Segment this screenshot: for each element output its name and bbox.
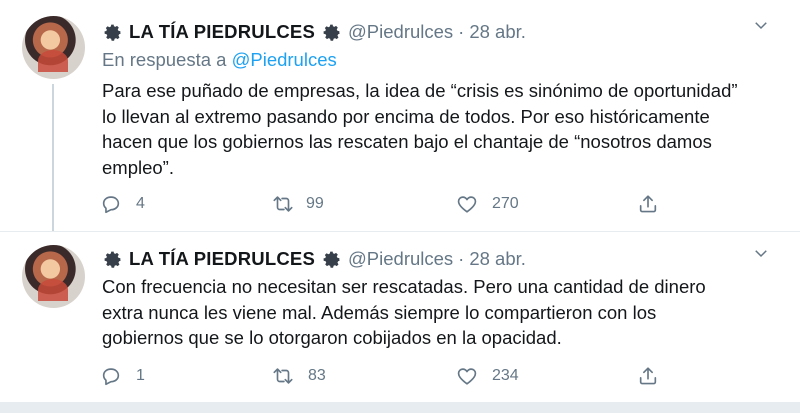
- thread-connector-line: [52, 84, 54, 232]
- share-button[interactable]: [637, 193, 659, 215]
- tweet-text: Con frecuencia no necesitan ser rescatad…: [102, 274, 772, 351]
- share-icon: [637, 365, 659, 387]
- tweet-text-line: extra nunca les viene mal. Además siempr…: [102, 301, 657, 323]
- avatar[interactable]: [22, 16, 85, 79]
- retweet-count: 83: [308, 367, 326, 384]
- like-count: 234: [492, 367, 519, 384]
- reply-icon: [100, 365, 122, 387]
- tweet-text-line: lo llevan al extremo pasando por encima …: [102, 105, 710, 127]
- gear-icon: [102, 22, 123, 43]
- like-button[interactable]: 270: [456, 193, 519, 215]
- reply-icon: [100, 193, 122, 215]
- gear-icon: [321, 22, 342, 43]
- avatar[interactable]: [22, 245, 85, 308]
- retweet-button[interactable]: 83: [272, 365, 326, 387]
- heart-icon: [456, 193, 478, 215]
- reply-count: 1: [136, 367, 145, 384]
- display-name[interactable]: LA TÍA PIEDRULCES: [129, 248, 315, 270]
- tweet-text-line: Con frecuencia no necesitan ser rescatad…: [102, 276, 706, 297]
- reply-count: 4: [136, 195, 145, 212]
- share-icon: [637, 193, 659, 215]
- tweet[interactable]: LA TÍA PIEDRULCES @Piedrulces · 28 abr. …: [0, 232, 800, 402]
- tweet-text-line: gobiernos que se lo otorgaron cobijados …: [102, 327, 562, 348]
- heart-icon: [456, 365, 478, 387]
- tweet[interactable]: LA TÍA PIEDRULCES @Piedrulces · 28 abr. …: [0, 0, 800, 232]
- reply-button[interactable]: 1: [100, 365, 145, 387]
- retweet-icon: [272, 193, 294, 215]
- tweet-header: LA TÍA PIEDRULCES @Piedrulces · 28 abr.: [102, 19, 526, 45]
- tweet-text-line: hacen que los gobiernos las rescaten baj…: [102, 131, 712, 152]
- like-count: 270: [492, 195, 519, 212]
- retweet-button[interactable]: 99: [272, 193, 324, 215]
- reply-prefix: En respuesta a: [102, 49, 227, 70]
- display-name[interactable]: LA TÍA PIEDRULCES: [129, 21, 315, 43]
- separator-dot: ·: [458, 21, 465, 42]
- tweet-text-line: Para ese puñado de empresas, la idea de …: [102, 80, 738, 101]
- timeline-gap: [0, 402, 800, 413]
- retweet-count: 99: [306, 195, 324, 212]
- retweet-icon: [272, 365, 294, 387]
- gear-icon: [102, 249, 123, 270]
- like-button[interactable]: 234: [456, 365, 519, 387]
- gear-icon: [321, 249, 342, 270]
- chevron-down-icon[interactable]: [752, 16, 770, 34]
- tweet-actions: 4 99 270: [100, 193, 670, 217]
- reply-context: En respuesta a @Piedrulces: [102, 49, 337, 71]
- tweet-header: LA TÍA PIEDRULCES @Piedrulces · 28 abr.: [102, 246, 526, 272]
- reply-button[interactable]: 4: [100, 193, 145, 215]
- share-button[interactable]: [637, 365, 659, 387]
- reply-mention-link[interactable]: @Piedrulces: [232, 49, 337, 70]
- tweet-date[interactable]: 28 abr.: [469, 248, 526, 270]
- tweet-text-line: empleo”.: [102, 156, 174, 178]
- separator-dot: ·: [458, 248, 465, 269]
- user-handle[interactable]: @Piedrulces: [348, 248, 453, 270]
- chevron-down-icon[interactable]: [752, 244, 770, 262]
- user-handle[interactable]: @Piedrulces: [348, 21, 453, 43]
- tweet-actions: 1 83 234: [100, 365, 670, 389]
- tweet-date[interactable]: 28 abr.: [469, 21, 526, 43]
- tweet-text: Para ese puñado de empresas, la idea de …: [102, 78, 772, 180]
